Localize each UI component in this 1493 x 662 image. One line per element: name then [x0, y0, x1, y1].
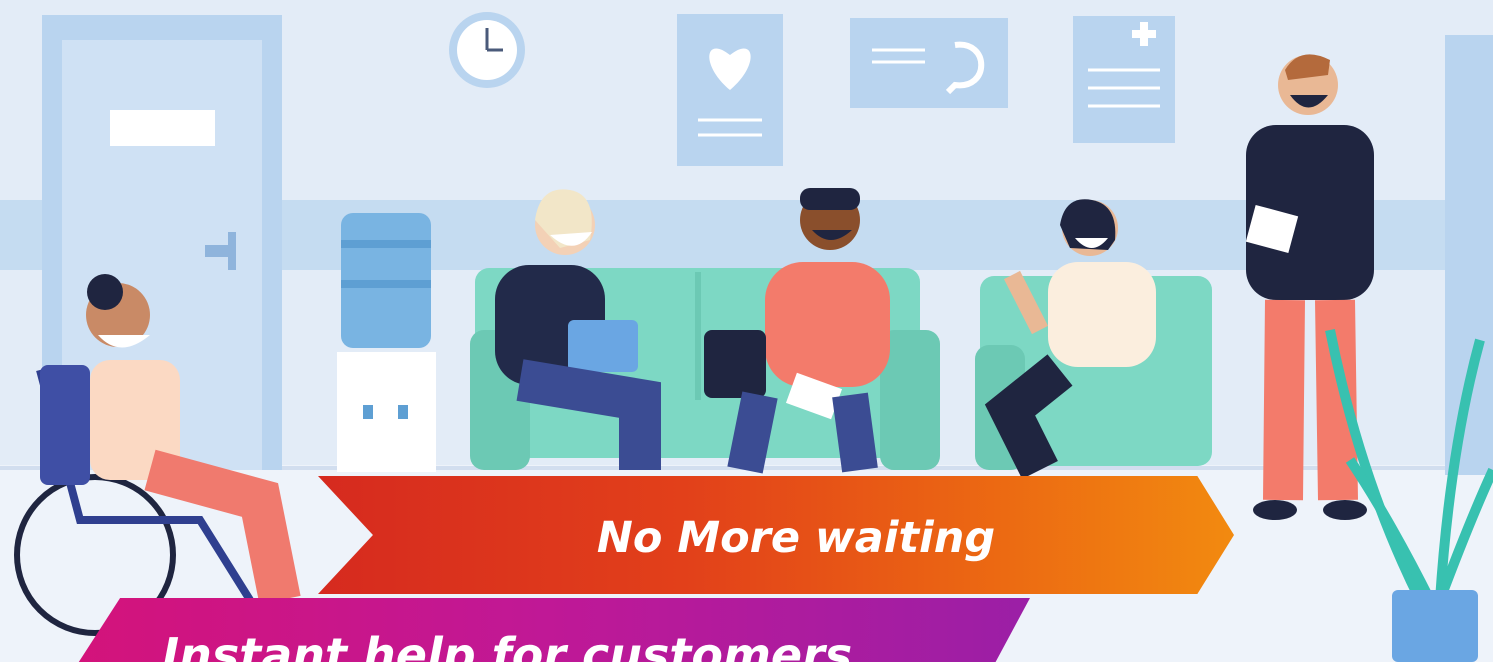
- stomach-poster: [850, 18, 1008, 108]
- banner-secondary-text: Instant help for customers: [162, 628, 853, 662]
- clock-icon: [449, 12, 525, 88]
- no-more-waiting-banner: No More waiting: [318, 476, 1234, 594]
- water-cooler: [337, 213, 436, 472]
- instant-help-banner: Instant help for customers: [62, 598, 1030, 662]
- banner-primary-text: No More waiting: [596, 513, 996, 563]
- waiting-room-scene: No More waiting Instant help for custome…: [0, 0, 1493, 662]
- medical-cross-poster: [1073, 16, 1175, 143]
- heart-poster: [677, 14, 783, 166]
